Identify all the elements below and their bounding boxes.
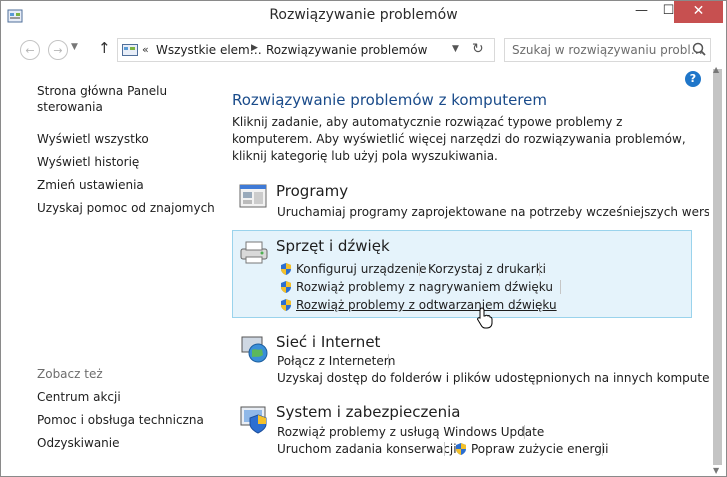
back-button[interactable]: ← [20, 40, 40, 60]
maximize-icon: ☐ [662, 3, 675, 18]
task-connect-to-internet[interactable]: Połącz z Internetem [277, 354, 395, 368]
recent-locations-dropdown[interactable]: ▼ [71, 42, 78, 52]
up-button[interactable]: ↑ [98, 39, 111, 57]
navigation-bar: ← → ▼ ↑ « Wszystkie elem… ▶ Rozwiązywani… [1, 33, 726, 67]
task-run-maintenance[interactable]: Uruchom zadania konserwacji [277, 442, 457, 456]
search-input[interactable]: Szukaj w rozwiązywaniu probl… [512, 43, 703, 57]
category-network-internet: Sieć i Internet Połącz z Internetem Uzys… [232, 331, 726, 387]
help-icon[interactable]: ? [685, 71, 701, 87]
task-separator [419, 262, 420, 276]
vertical-scrollbar[interactable]: ▲ ▼ [709, 65, 726, 476]
title-bar: Rozwiązywanie problemów — ☐ ✕ [1, 1, 726, 32]
task-troubleshoot-audio-recording[interactable]: Rozwiąż problemy z nagrywaniem dźwięku [296, 280, 553, 294]
see-also-help-and-support[interactable]: Pomoc i obsługa techniczna [37, 412, 204, 428]
address-bar[interactable]: « Wszystkie elem… ▶ Rozwiązywanie proble… [117, 38, 495, 62]
minimize-icon: — [635, 3, 648, 18]
task-troubleshoot-audio-playback[interactable]: Rozwiąż problemy z odtwarzaniem dźwięku [296, 298, 557, 312]
breadcrumb-separator[interactable]: ▶ [251, 43, 258, 53]
system-security-icon[interactable] [238, 403, 270, 435]
arrow-left-icon: ← [25, 44, 35, 57]
see-also-action-center[interactable]: Centrum akcji [37, 389, 121, 405]
uac-shield-icon [456, 443, 466, 455]
category-title-programs[interactable]: Programy [276, 182, 348, 200]
task-separator [602, 442, 603, 456]
close-icon: ✕ [692, 3, 705, 19]
forward-button[interactable]: → [48, 40, 68, 60]
intro-text: Kliknij zadanie, aby automatycznie rozwi… [232, 115, 686, 163]
programs-icon[interactable] [238, 181, 270, 213]
minimize-button[interactable]: — [628, 1, 655, 23]
sidebar-item-control-panel-home[interactable]: Strona główna Panelu sterowania [37, 83, 177, 115]
control-panel-window: Rozwiązywanie problemów — ☐ ✕ ← → ▼ ↑ « … [0, 0, 727, 477]
category-system-security: System i zabezpieczenia Rozwiąż problemy… [232, 403, 692, 463]
sidebar-item-get-help-from-friend[interactable]: Uzyskaj pomoc od znajomych [37, 200, 215, 216]
left-navigation-pane: Strona główna Panelu sterowania Wyświetl… [1, 67, 221, 476]
task-separator [524, 425, 525, 439]
chevron-down-icon[interactable]: ▼ [452, 44, 459, 54]
sidebar-item-view-history[interactable]: Wyświetl historię [37, 154, 139, 170]
breadcrumb-overflow[interactable]: « [142, 43, 149, 56]
arrow-right-icon: → [53, 44, 63, 57]
uac-shield-icon [281, 299, 291, 311]
category-title-network-internet[interactable]: Sieć i Internet [276, 333, 380, 351]
see-also-label: Zobacz też [37, 367, 103, 381]
search-icon[interactable] [691, 41, 707, 57]
task-run-legacy-programs[interactable]: Uruchamiaj programy zaprojektowane na po… [277, 205, 726, 219]
breadcrumb-troubleshooting[interactable]: Rozwiązywanie problemów [266, 43, 427, 57]
task-separator [560, 280, 561, 294]
uac-shield-icon [281, 263, 291, 275]
close-button[interactable]: ✕ [674, 1, 723, 23]
scroll-down-icon[interactable]: ▼ [713, 466, 719, 475]
breadcrumb-all-items[interactable]: Wszystkie elem… [156, 43, 262, 57]
hand-cursor-icon [477, 307, 493, 329]
category-hardware-sound[interactable]: Sprzęt i dźwięk Konfiguruj urządzenie Ko… [232, 230, 692, 318]
task-configure-device[interactable]: Konfiguruj urządzenie [296, 262, 427, 276]
see-also-recovery[interactable]: Odzyskiwanie [37, 435, 120, 451]
task-separator [539, 262, 540, 276]
category-programs: Programy Uruchamiaj programy zaprojektow… [232, 179, 726, 223]
refresh-icon[interactable]: ↻ [472, 41, 484, 57]
printer-icon[interactable] [238, 235, 270, 267]
uac-shield-icon [281, 281, 291, 293]
task-access-shared-folders[interactable]: Uzyskaj dostęp do folderów i plików udos… [277, 371, 726, 385]
sidebar-item-change-settings[interactable]: Zmień ustawienia [37, 177, 144, 193]
category-title-hardware-sound[interactable]: Sprzęt i dźwięk [276, 237, 390, 255]
task-improve-power-usage[interactable]: Popraw zużycie energii [471, 442, 609, 456]
scrollbar-thumb[interactable] [713, 69, 722, 465]
page-title: Rozwiązywanie problemów z komputerem [232, 91, 547, 109]
task-separator [388, 354, 389, 368]
sidebar-item-view-all[interactable]: Wyświetl wszystko [37, 131, 149, 147]
network-globe-icon[interactable] [238, 333, 270, 365]
control-panel-small-icon [122, 44, 138, 56]
task-use-printer[interactable]: Korzystaj z drukarki [428, 262, 546, 276]
category-title-system-security[interactable]: System i zabezpieczenia [276, 403, 460, 421]
task-separator [444, 442, 445, 456]
scroll-up-icon[interactable]: ▲ [713, 65, 719, 74]
task-troubleshoot-windows-update[interactable]: Rozwiąż problemy z usługą Windows Update [277, 425, 544, 439]
search-box[interactable]: Szukaj w rozwiązywaniu probl… [504, 38, 711, 62]
window-title: Rozwiązywanie problemów [269, 7, 458, 23]
